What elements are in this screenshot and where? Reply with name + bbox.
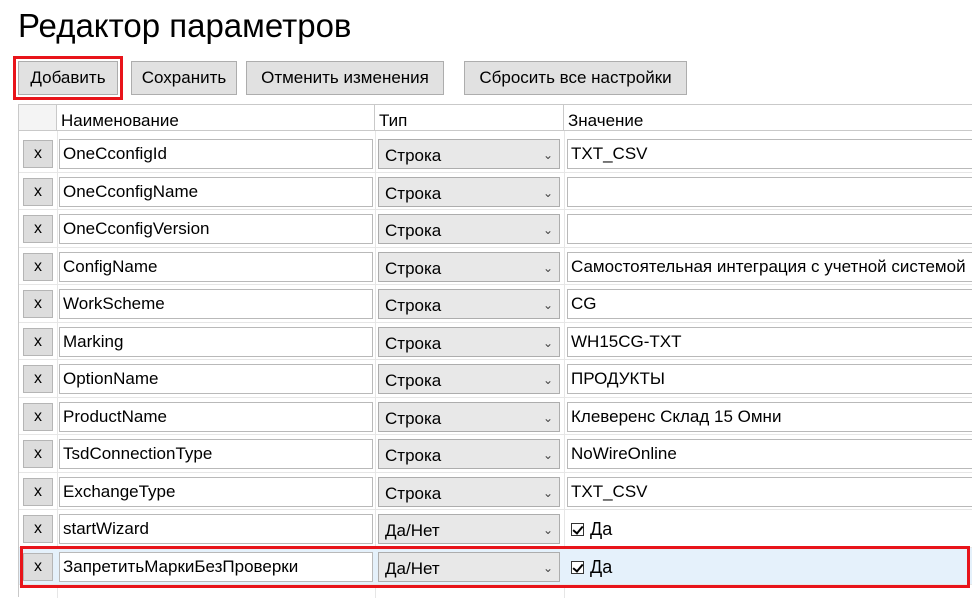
chevron-down-icon[interactable]: ⌄: [543, 290, 553, 320]
name-field[interactable]: WorkScheme: [59, 289, 373, 319]
value-field[interactable]: ПРОДУКТЫ: [567, 364, 972, 394]
delete-row-button[interactable]: x: [23, 402, 53, 431]
type-select[interactable]: Строка ⌄: [378, 214, 560, 244]
chevron-down-icon[interactable]: ⌄: [543, 365, 553, 395]
type-select-value: Да/Нет: [385, 521, 440, 540]
parameters-grid: Наименование Тип Значение x OneCconfigId С…: [18, 104, 972, 598]
chevron-down-icon[interactable]: ⌄: [543, 178, 553, 208]
name-field[interactable]: OneCconfigVersion: [59, 214, 373, 244]
header-name[interactable]: Наименование: [57, 105, 375, 130]
type-select-value: Строка: [385, 483, 442, 503]
name-field[interactable]: OneCconfigName: [59, 176, 373, 207]
table-row[interactable]: x TsdConnectionType Строка ⌄ NoWireOnline: [19, 435, 972, 473]
table-row[interactable]: x ConfigName Строка ⌄ Самостоятельная интегр…: [19, 248, 972, 285]
type-select-value: Строка: [385, 221, 442, 240]
value-field[interactable]: TXT_CSV: [567, 476, 972, 507]
table-row[interactable]: x OneCconfigId Строка ⌄ TXT_CSV: [19, 135, 972, 173]
name-field[interactable]: ConfigName: [59, 251, 373, 282]
name-field[interactable]: OptionName: [59, 364, 373, 394]
value-field[interactable]: Клеверенс Склад 15 Омни: [567, 401, 972, 432]
value-checkbox-label: Да: [590, 519, 613, 539]
cancel-changes-button[interactable]: Отменить изменения: [246, 61, 444, 95]
chevron-down-icon[interactable]: ⌄: [543, 328, 553, 358]
value-field[interactable]: WH15CG-TXT: [567, 326, 972, 357]
name-field[interactable]: ЗапретитьМаркиБезПроверки: [59, 551, 373, 582]
delete-row-button[interactable]: x: [23, 177, 53, 206]
add-button[interactable]: Добавить: [13, 56, 123, 100]
type-select-value: Строка: [385, 408, 442, 428]
type-select[interactable]: Строка ⌄: [378, 251, 560, 283]
value-field[interactable]: Самостоятельная интеграция с учетной сис…: [567, 251, 972, 282]
type-select-value: Да/Нет: [385, 558, 440, 578]
delete-row-button[interactable]: x: [23, 515, 53, 543]
type-select[interactable]: Да/Нет ⌄: [378, 514, 560, 544]
chevron-down-icon[interactable]: ⌄: [543, 440, 553, 470]
type-select[interactable]: Строка ⌄: [378, 476, 560, 508]
name-field[interactable]: Marking: [59, 326, 373, 357]
table-row[interactable]: x startWizard Да/Нет ⌄ Да: [19, 510, 972, 548]
name-field[interactable]: ExchangeType: [59, 476, 373, 507]
chevron-down-icon[interactable]: ⌄: [543, 403, 553, 433]
type-select[interactable]: Строка ⌄: [378, 139, 560, 169]
chevron-down-icon[interactable]: ⌄: [543, 253, 553, 283]
value-field[interactable]: TXT_CSV: [567, 139, 972, 169]
type-select[interactable]: Строка ⌄: [378, 401, 560, 433]
type-select-value: Строка: [385, 296, 442, 315]
grid-header: Наименование Тип Значение: [19, 105, 972, 131]
table-row[interactable]: x OneCconfigVersion Строка ⌄: [19, 210, 972, 248]
type-select[interactable]: Строка ⌄: [378, 439, 560, 469]
value-field[interactable]: CG: [567, 289, 972, 319]
checkbox-checked-icon[interactable]: [571, 560, 584, 574]
type-select[interactable]: Да/Нет ⌄: [378, 551, 560, 583]
name-field[interactable]: ProductName: [59, 401, 373, 432]
name-field[interactable]: OneCconfigId: [59, 139, 373, 169]
name-field[interactable]: TsdConnectionType: [59, 439, 373, 469]
value-field[interactable]: [567, 176, 972, 207]
value-checkbox[interactable]: Да: [567, 552, 972, 582]
type-select-value: Строка: [385, 371, 442, 390]
table-row[interactable]: x WorkScheme Строка ⌄ CG: [19, 285, 972, 323]
chevron-down-icon[interactable]: ⌄: [543, 140, 553, 170]
table-row[interactable]: x OneCconfigName Строка ⌄: [19, 173, 972, 210]
delete-row-button[interactable]: x: [23, 440, 53, 468]
checkbox-checked-icon[interactable]: [571, 523, 584, 536]
save-button[interactable]: Сохранить: [131, 61, 237, 95]
type-select-value: Строка: [385, 146, 442, 165]
chevron-down-icon[interactable]: ⌄: [543, 478, 553, 508]
delete-row-button[interactable]: x: [23, 365, 53, 393]
delete-row-button[interactable]: x: [23, 477, 53, 506]
header-delete-column: [19, 105, 57, 130]
table-row[interactable]: x ExchangeType Строка ⌄ TXT_CSV: [19, 473, 972, 510]
type-select[interactable]: Строка ⌄: [378, 364, 560, 394]
table-row[interactable]: x OptionName Строка ⌄ ПРОДУКТЫ: [19, 360, 972, 398]
type-select[interactable]: Строка ⌄: [378, 326, 560, 358]
delete-row-button[interactable]: x: [23, 140, 53, 168]
value-field[interactable]: NoWireOnline: [567, 439, 972, 469]
type-select-value: Строка: [385, 333, 442, 353]
delete-row-button[interactable]: x: [23, 290, 53, 318]
value-checkbox-label: Да: [590, 556, 613, 577]
delete-row-button[interactable]: x: [23, 215, 53, 243]
table-row[interactable]: x ЗапретитьМаркиБезПроверки Да/Нет ⌄ Да: [19, 547, 972, 585]
table-row[interactable]: x Marking Строка ⌄ WH15CG-TXT: [19, 323, 972, 360]
type-select-value: Строка: [385, 258, 442, 278]
reset-settings-button[interactable]: Сбросить все настройки: [464, 61, 687, 95]
type-select[interactable]: Строка ⌄: [378, 176, 560, 208]
chevron-down-icon[interactable]: ⌄: [543, 515, 553, 545]
name-field[interactable]: startWizard: [59, 514, 373, 544]
value-checkbox[interactable]: Да: [567, 514, 972, 544]
delete-row-button[interactable]: x: [23, 252, 53, 281]
value-field[interactable]: [567, 214, 972, 244]
type-select-value: Строка: [385, 446, 442, 465]
page-title: Редактор параметров: [18, 7, 352, 44]
delete-row-button[interactable]: x: [23, 552, 53, 581]
delete-row-button[interactable]: x: [23, 327, 53, 356]
type-select-value: Строка: [385, 183, 442, 203]
type-select[interactable]: Строка ⌄: [378, 289, 560, 319]
header-type[interactable]: Тип: [375, 105, 564, 130]
table-row[interactable]: x ProductName Строка ⌄ Клеверенс Склад 15 Ом…: [19, 398, 972, 435]
chevron-down-icon[interactable]: ⌄: [543, 553, 553, 583]
header-value[interactable]: Значение: [564, 105, 972, 130]
chevron-down-icon[interactable]: ⌄: [543, 215, 553, 245]
